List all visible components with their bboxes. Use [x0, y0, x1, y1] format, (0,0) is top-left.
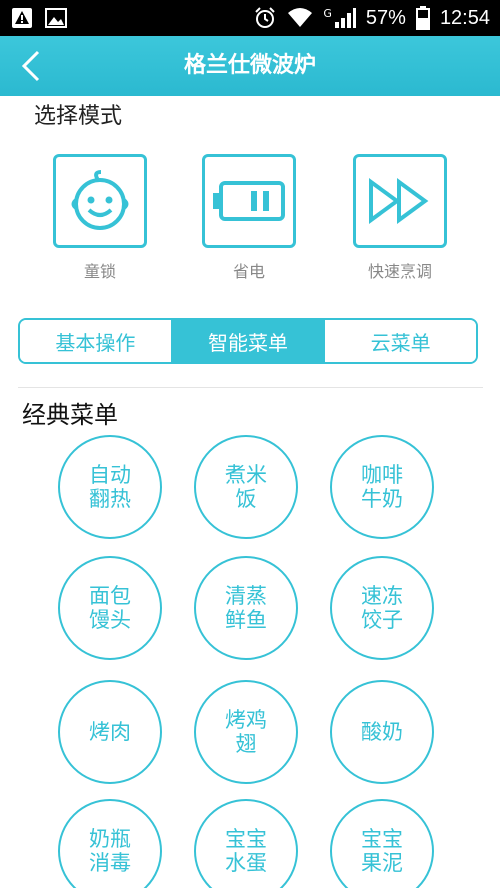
- fast-forward-icon: [369, 178, 429, 224]
- warning-icon: [12, 8, 32, 28]
- menu-item-label: 烤肉: [89, 720, 131, 744]
- wifi-icon: [288, 8, 313, 27]
- mode-power-save[interactable]: 省电: [202, 154, 296, 282]
- baby-face-icon: [71, 170, 129, 230]
- power-save-label: 省电: [232, 262, 265, 281]
- battery-icon: [213, 181, 285, 221]
- network-type-label: G: [323, 7, 332, 20]
- child-lock-button[interactable]: [53, 154, 147, 248]
- alarm-icon: [255, 7, 276, 28]
- menu-item-frozen-dumplings[interactable]: 速冻饺子: [330, 556, 434, 660]
- classic-menu-title: 经典菜单: [22, 401, 118, 429]
- menu-item-auto-reheat[interactable]: 自动翻热: [58, 435, 162, 539]
- menu-item-steamed-fish[interactable]: 清蒸鲜鱼: [194, 556, 298, 660]
- menu-item-cook-rice[interactable]: 煮米饭: [194, 435, 298, 539]
- clock: 12:54: [439, 6, 490, 29]
- menu-item-label: 烤鸡翅: [225, 708, 267, 756]
- menu-item-label: 清蒸鲜鱼: [225, 584, 267, 632]
- mode-fast-cook[interactable]: 快速烹调: [353, 154, 447, 282]
- child-lock-label: 童锁: [83, 262, 116, 281]
- menu-item-baby-fruit-puree[interactable]: 宝宝果泥: [330, 799, 434, 888]
- fast-cook-button[interactable]: [353, 154, 447, 248]
- tab-basic-operation[interactable]: 基本操作: [20, 320, 171, 362]
- battery-percent: 57%: [365, 6, 406, 29]
- menu-item-label: 奶瓶消毒: [89, 827, 131, 875]
- power-save-button[interactable]: [202, 154, 296, 248]
- status-bar: G 57% 12:54: [0, 0, 500, 36]
- menu-item-bottle-sterilize[interactable]: 奶瓶消毒: [58, 799, 162, 888]
- image-icon: [45, 8, 67, 28]
- menu-item-label: 速冻饺子: [361, 584, 403, 632]
- signal-icon: [334, 8, 356, 28]
- menu-item-roast-wings[interactable]: 烤鸡翅: [194, 680, 298, 784]
- fast-cook-label: 快速烹调: [367, 262, 432, 281]
- menu-item-yogurt[interactable]: 酸奶: [330, 680, 434, 784]
- menu-item-label: 宝宝水蛋: [225, 827, 267, 875]
- menu-item-roast-meat[interactable]: 烤肉: [58, 680, 162, 784]
- menu-item-coffee-milk[interactable]: 咖啡牛奶: [330, 435, 434, 539]
- tab-cloud-menu[interactable]: 云菜单: [323, 320, 476, 362]
- page-title: 格兰仕微波炉: [183, 53, 316, 78]
- menu-item-baby-steamed-egg[interactable]: 宝宝水蛋: [194, 799, 298, 888]
- title-bar: 格兰仕微波炉: [0, 36, 500, 96]
- menu-item-label: 自动翻热: [89, 463, 131, 511]
- menu-item-bread-bun[interactable]: 面包馒头: [58, 556, 162, 660]
- menu-item-label: 面包馒头: [89, 584, 131, 632]
- menu-item-label: 煮米饭: [225, 463, 267, 511]
- menu-item-label: 酸奶: [361, 720, 403, 744]
- tab-smart-menu[interactable]: 智能菜单: [170, 320, 324, 362]
- menu-item-label: 咖啡牛奶: [361, 463, 403, 511]
- select-mode-title: 选择模式: [34, 104, 123, 129]
- menu-item-label: 宝宝果泥: [361, 827, 403, 875]
- divider: [18, 387, 483, 388]
- menu-tabs: 基本操作 智能菜单 云菜单: [18, 318, 478, 364]
- battery-icon: [415, 6, 430, 30]
- mode-child-lock[interactable]: 童锁: [53, 154, 147, 282]
